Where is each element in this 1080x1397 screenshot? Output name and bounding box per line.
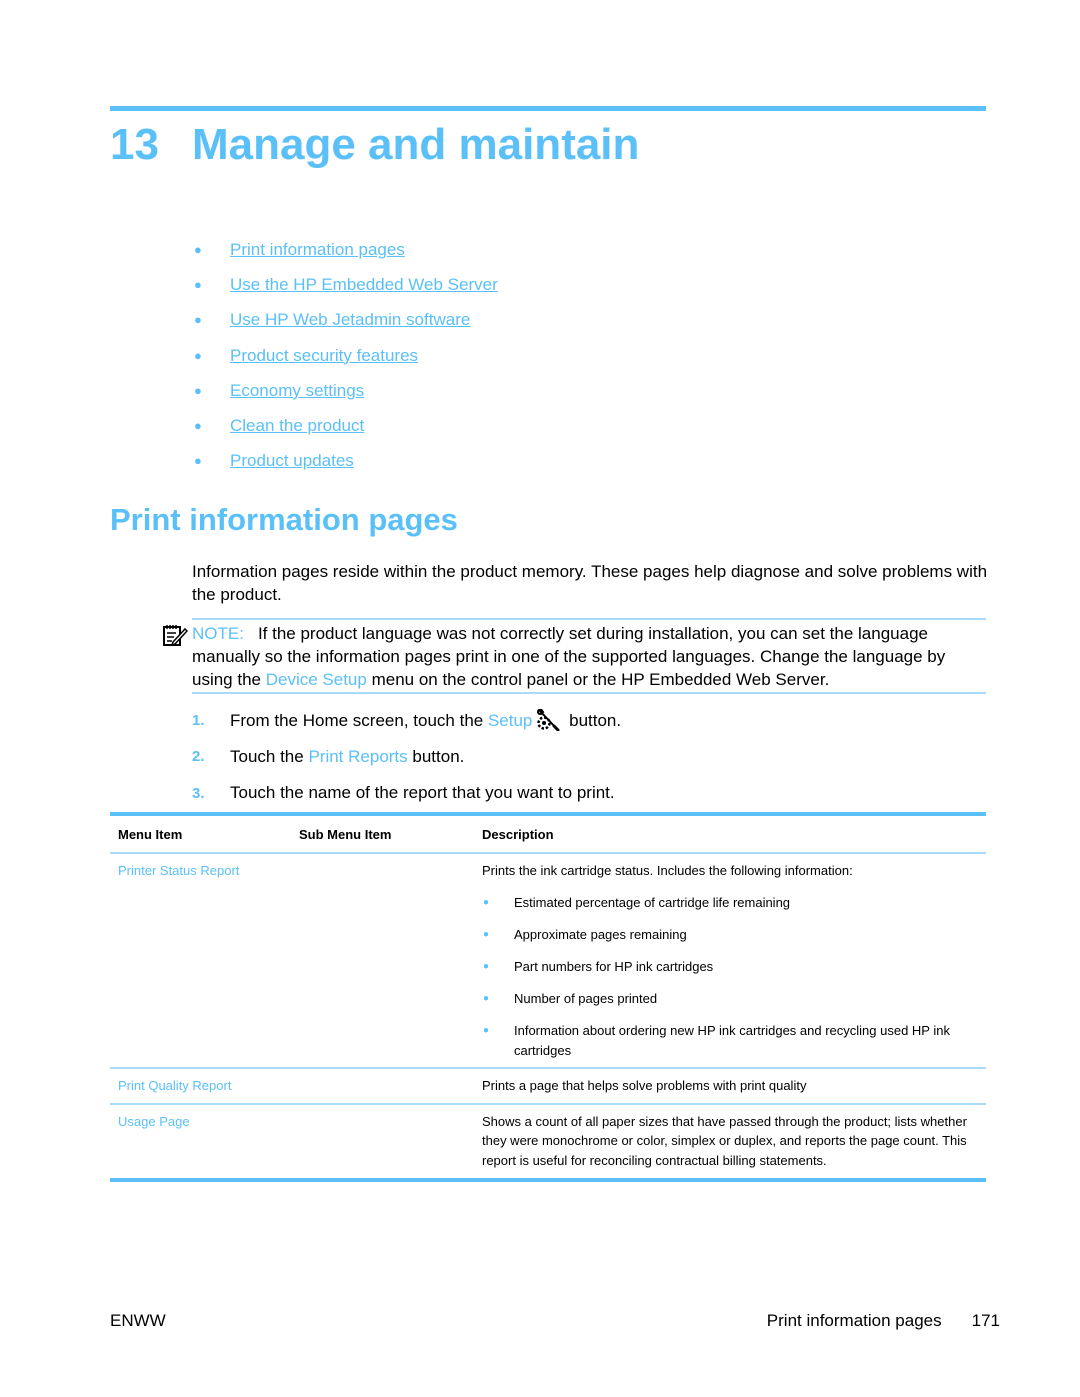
chapter-rule <box>110 106 986 111</box>
toc-link-web-jetadmin[interactable]: Use HP Web Jetadmin software <box>230 310 470 330</box>
chapter-title: 13 Manage and maintain <box>110 120 639 170</box>
footer-section: Print information pages <box>766 1311 942 1330</box>
table-row: Printer Status Report Prints the ink car… <box>110 854 986 1070</box>
bullet-text: Number of pages printed <box>514 990 658 1006</box>
chapter-title-text: Manage and maintain <box>192 120 640 169</box>
section-title: Print information pages <box>110 502 458 537</box>
menu-item-usage-page: Usage Page <box>118 1113 190 1129</box>
bullet-icon: ● <box>194 277 202 293</box>
step-item: 2. Touch the Print Reports button. <box>192 739 621 776</box>
note-box: NOTE: If the product language was not cor… <box>163 618 986 694</box>
toc-link-clean-product[interactable]: Clean the product <box>230 416 364 436</box>
bullet-icon: ● <box>194 382 202 398</box>
chapter-toc: ● Print information pages ● Use the HP Emb… <box>190 240 498 486</box>
steps-list: 1. From the Home screen, touch the Setup… <box>192 702 621 812</box>
header-menu-item: Menu Item <box>118 826 183 842</box>
step-number: 3. <box>192 784 205 802</box>
list-item: ● Part numbers for HP ink cartridges <box>482 957 968 977</box>
bullet-text: Approximate pages remaining <box>514 926 687 942</box>
bullet-icon: ● <box>483 1024 490 1036</box>
list-item: ● Number of pages printed <box>482 989 968 1009</box>
description-cell: Prints the ink cartridge status. Include… <box>474 861 986 1060</box>
note-label: NOTE: <box>192 624 244 643</box>
bullet-icon: ● <box>194 312 202 328</box>
list-item: ● Estimated percentage of cartridge life … <box>482 893 968 913</box>
step-text-after: button. <box>564 711 622 731</box>
bullet-icon: ● <box>194 347 202 363</box>
bullet-icon: ● <box>194 242 202 257</box>
step-item: 1. From the Home screen, touch the Setup… <box>192 702 621 739</box>
step-text: Touch the Print Reports button. <box>230 747 464 767</box>
toc-item: ● Product updates <box>190 451 498 486</box>
bullet-icon: ● <box>483 928 490 940</box>
bullet-icon: ● <box>483 896 490 908</box>
note-device-setup-link: Device Setup <box>265 670 367 689</box>
table-row: Print Quality Report Prints a page that … <box>110 1069 986 1105</box>
toc-link-economy-settings[interactable]: Economy settings <box>230 381 364 401</box>
bullet-text: Information about ordering new HP ink ca… <box>514 1022 950 1058</box>
toc-item: ● Print information pages <box>190 240 498 275</box>
bullet-icon: ● <box>483 992 490 1004</box>
description-text: Prints a page that helps solve problems … <box>482 1078 807 1094</box>
toc-item: ● Use HP Web Jetadmin software <box>190 310 498 345</box>
toc-item: ● Clean the product <box>190 416 498 451</box>
sub-menu-item <box>292 1076 474 1096</box>
step-number: 2. <box>192 748 205 766</box>
step-text-before: Touch the <box>230 746 309 766</box>
step-print-reports-term: Print Reports <box>308 746 408 766</box>
setup-wrench-gear-icon <box>537 709 560 732</box>
table-row: Usage Page Shows a count of all paper si… <box>110 1105 986 1179</box>
footer-page-info: Print information pages 171 <box>767 1311 1000 1331</box>
list-item: ● Information about ordering new HP ink c… <box>482 1021 968 1060</box>
bullet-icon: ● <box>194 453 202 469</box>
step-number: 1. <box>192 711 205 729</box>
bullet-text: Estimated percentage of cartridge life r… <box>514 894 791 910</box>
menu-item-printer-status-report: Printer Status Report <box>118 863 240 878</box>
bullet-icon: ● <box>194 417 202 433</box>
description-bullets: ● Estimated percentage of cartridge life … <box>482 893 968 1060</box>
reports-table: Menu Item Sub Menu Item Description Prin… <box>110 812 986 1183</box>
bullet-icon: ● <box>483 960 490 972</box>
description-text: Prints the ink cartridge status. Include… <box>482 863 853 878</box>
step-item: 3. Touch the name of the report that you… <box>192 775 621 812</box>
toc-item: ● Economy settings <box>190 381 498 416</box>
step-text: Touch the name of the report that you wa… <box>230 783 615 803</box>
toc-link-product-updates[interactable]: Product updates <box>230 451 354 471</box>
menu-item-print-quality-report: Print Quality Report <box>118 1078 232 1094</box>
sub-menu-item <box>292 1112 474 1171</box>
page-number: 171 <box>971 1311 1000 1330</box>
bullet-text: Part numbers for HP ink cartridges <box>514 958 714 974</box>
toc-item: ● Product security features <box>190 346 498 381</box>
toc-link-print-information-pages[interactable]: Print information pages <box>230 240 405 260</box>
note-text-end: menu on the control panel or the HP Embe… <box>366 670 830 689</box>
description-text: Shows a count of all paper sizes that ha… <box>482 1113 967 1168</box>
step-text-before: From the Home screen, touch the <box>230 711 488 731</box>
header-sub-menu-item: Sub Menu Item <box>299 826 392 842</box>
footer-locale: ENWW <box>110 1311 166 1330</box>
sub-menu-item <box>292 861 474 1060</box>
step-text-after: button. <box>407 746 465 766</box>
toc-link-embedded-web-server[interactable]: Use the HP Embedded Web Server <box>230 275 498 295</box>
header-description: Description <box>482 826 554 842</box>
chapter-number: 13 <box>110 120 159 169</box>
toc-link-security-features[interactable]: Product security features <box>230 346 418 366</box>
step-setup-term: Setup <box>487 711 533 731</box>
list-item: ● Approximate pages remaining <box>482 925 968 945</box>
note-pencil-icon <box>163 625 188 647</box>
step-text: From the Home screen, touch the Setup bu… <box>230 709 622 732</box>
toc-item: ● Use the HP Embedded Web Server <box>190 275 498 310</box>
section-intro: Information pages reside within the prod… <box>192 562 988 604</box>
table-header: Menu Item Sub Menu Item Description <box>110 816 986 854</box>
